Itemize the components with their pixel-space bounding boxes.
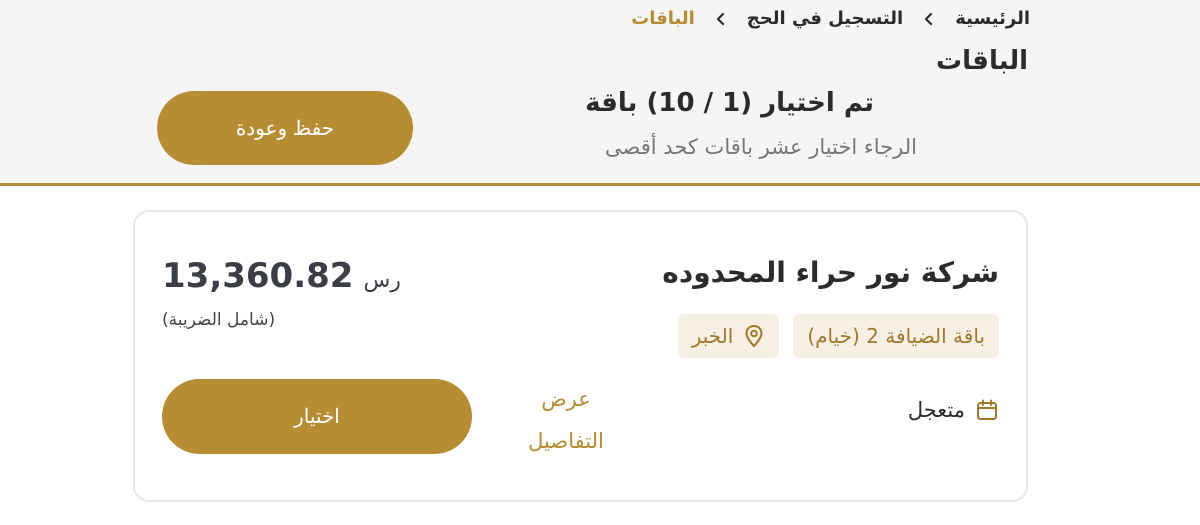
breadcrumb: الرئيسية التسجيل في الحج الباقات bbox=[631, 8, 1030, 29]
calendar-icon bbox=[975, 398, 999, 422]
breadcrumb-home[interactable]: الرئيسية bbox=[955, 8, 1030, 29]
package-type-label: باقة الضيافة 2 (خيام) bbox=[807, 324, 985, 348]
chevron-left-icon bbox=[921, 11, 937, 27]
map-pin-icon bbox=[743, 324, 765, 348]
chevron-left-icon bbox=[713, 11, 729, 27]
price-currency: رس bbox=[363, 268, 401, 293]
view-details-link[interactable]: عرض التفاصيل bbox=[511, 378, 621, 462]
location-tag: الخبر bbox=[677, 314, 780, 358]
price-value: 13,360.82 bbox=[162, 256, 354, 296]
header-band: الرئيسية التسجيل في الحج الباقات الباقات… bbox=[0, 0, 1200, 186]
package-type-tag: باقة الضيافة 2 (خيام) bbox=[793, 314, 999, 358]
departure-label: متعجل bbox=[907, 398, 965, 422]
location-label: الخبر bbox=[691, 324, 734, 348]
breadcrumb-packages: الباقات bbox=[631, 8, 695, 29]
page-title: الباقات bbox=[936, 46, 1028, 76]
tax-note: (شامل الضريبة) bbox=[162, 310, 276, 330]
save-and-back-button[interactable]: حفظ وعودة bbox=[157, 91, 413, 165]
departure-type: متعجل bbox=[908, 398, 999, 422]
selection-hint: الرجاء اختيار عشر باقات كحد أقصى bbox=[605, 135, 917, 159]
price: رس 13,360.82 bbox=[162, 256, 401, 296]
company-name: شركة نور حراء المحدوده bbox=[662, 256, 999, 289]
select-package-button[interactable]: اختيار bbox=[162, 379, 472, 454]
breadcrumb-hajj-registration[interactable]: التسجيل في الحج bbox=[747, 8, 903, 29]
package-tags: باقة الضيافة 2 (خيام) الخبر bbox=[677, 314, 999, 358]
package-card: شركة نور حراء المحدوده باقة الضيافة 2 (خ… bbox=[133, 210, 1028, 502]
selection-count: تم اختيار (1 / 10) باقة bbox=[585, 88, 874, 118]
